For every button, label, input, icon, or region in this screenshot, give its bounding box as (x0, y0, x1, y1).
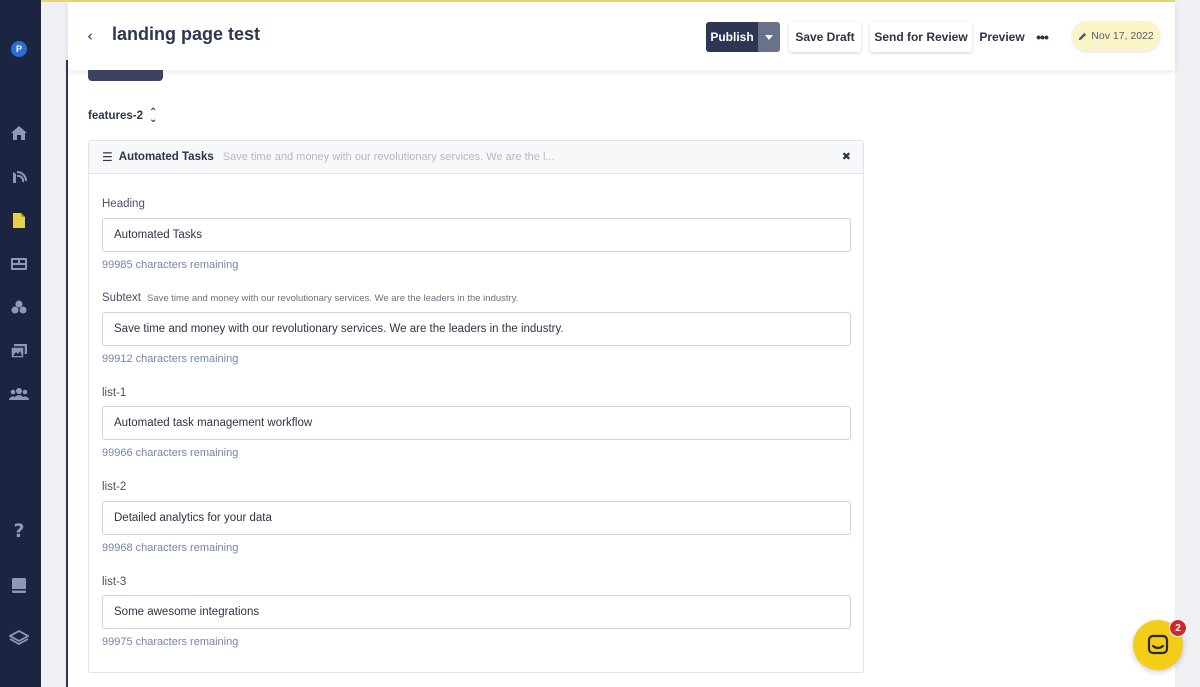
layers-icon[interactable] (9, 627, 29, 647)
list-2-input[interactable] (102, 501, 851, 535)
publish-button[interactable]: Publish (706, 22, 758, 52)
subtext-remaining-count: 99912 characters remaining (102, 353, 239, 365)
ellipsis-icon[interactable]: ••• (1031, 22, 1053, 52)
layout-icon[interactable] (9, 254, 29, 274)
page-title: landing page test (112, 24, 261, 44)
list-3-remaining-count: 99975 characters remaining (102, 636, 239, 648)
heading-input[interactable] (102, 218, 851, 252)
page-edge-line (66, 60, 68, 687)
home-icon[interactable] (9, 123, 29, 143)
collapsed-tab[interactable] (88, 70, 163, 81)
list-3-input[interactable] (102, 595, 851, 629)
subtext-hint: Save time and money with our revolutiona… (147, 293, 519, 304)
save-draft-button[interactable]: Save Draft (789, 22, 861, 52)
field-label-subtext: Subtext Save time and money with our revo… (102, 292, 519, 304)
workspace-logo[interactable]: P (11, 41, 27, 57)
campaign-icon[interactable] (9, 167, 29, 187)
last-edited-date: Nov 17, 2022 (1091, 30, 1154, 42)
publish-dropdown-button[interactable] (758, 22, 780, 52)
field-label-list-3: list-3 (102, 576, 127, 588)
field-label-heading: Heading (102, 198, 145, 210)
media-icon[interactable] (9, 341, 29, 361)
panel-title: Automated Tasks (118, 151, 214, 163)
section-name: features-2 (88, 110, 143, 122)
components-icon[interactable] (9, 297, 29, 317)
subtext-input[interactable] (102, 312, 851, 346)
right-gutter (1175, 0, 1200, 687)
last-edited-badge[interactable]: Nov 17, 2022 (1072, 21, 1160, 51)
field-label-list-2: list-2 (102, 481, 127, 493)
book-icon[interactable] (9, 575, 29, 595)
preview-button[interactable]: Preview (977, 22, 1027, 52)
heading-remaining-count: 99985 characters remaining (102, 259, 239, 271)
panel-subtitle: Save time and money with our revolutiona… (222, 151, 555, 163)
caret-down-icon (765, 34, 773, 40)
list-1-remaining-count: 99966 characters remaining (102, 447, 239, 459)
close-icon[interactable]: ✖ (842, 150, 851, 163)
editor-header: ‹ landing page test Publish Save Draft S… (68, 2, 1175, 70)
section-selector[interactable]: features-2 ⌃ ⌄ (88, 107, 158, 125)
chevron-left-icon[interactable]: ‹ (82, 24, 98, 48)
send-for-review-button[interactable]: Send for Review (870, 22, 972, 52)
pages-icon[interactable] (9, 210, 29, 230)
chat-icon (1147, 634, 1169, 655)
drag-handle-icon[interactable]: ☰ (102, 150, 113, 164)
list-2-remaining-count: 99968 characters remaining (102, 542, 239, 554)
block-editor-panel: ☰ Automated Tasks Save time and money wi… (88, 140, 864, 673)
chevron-up-down-icon: ⌃ ⌄ (148, 107, 158, 125)
panel-header[interactable]: ☰ Automated Tasks Save time and money wi… (89, 141, 863, 174)
pencil-icon (1079, 32, 1087, 40)
sidebar: P ? (0, 0, 41, 687)
list-1-input[interactable] (102, 406, 851, 440)
users-icon[interactable] (9, 384, 29, 404)
help-icon[interactable]: ? (9, 520, 29, 542)
field-label-list-1: list-1 (102, 387, 127, 399)
chat-unread-badge: 2 (1169, 619, 1187, 637)
